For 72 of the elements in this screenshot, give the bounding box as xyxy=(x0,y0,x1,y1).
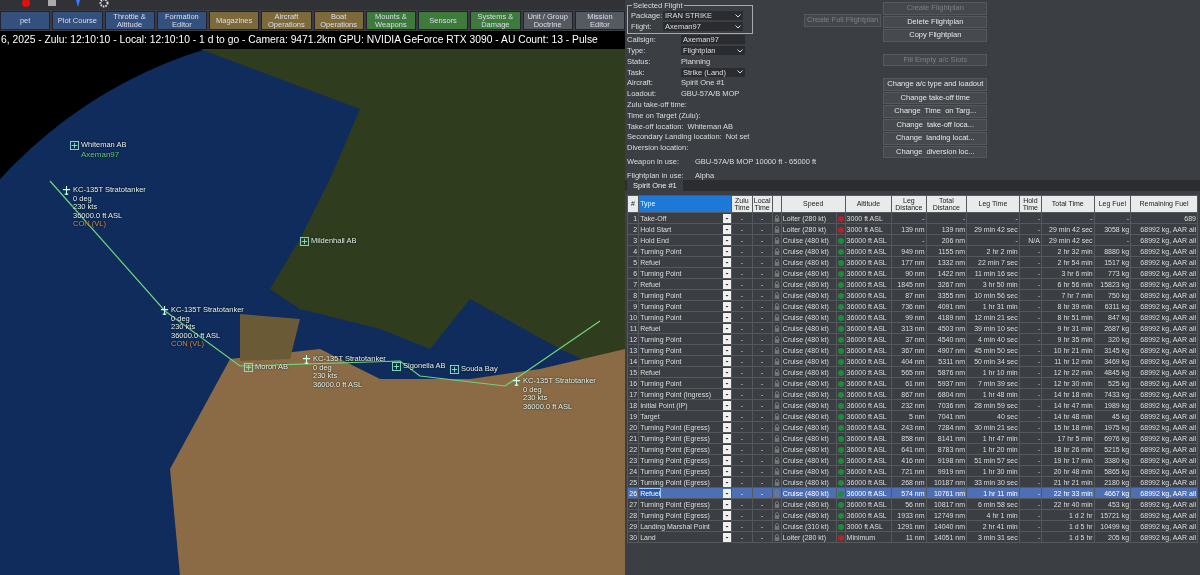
dropdown-arrow-icon[interactable] xyxy=(723,246,731,256)
settings-icon[interactable] xyxy=(98,0,110,10)
flight-label: Axeman97 xyxy=(81,149,121,159)
dropdown-arrow-icon[interactable] xyxy=(723,466,731,476)
aircraft-icon[interactable] xyxy=(160,306,169,315)
lock-icon[interactable] xyxy=(773,479,780,487)
airbase-icon[interactable] xyxy=(392,362,401,371)
dropdown-arrow-icon[interactable] xyxy=(723,213,731,223)
record-icon[interactable] xyxy=(20,0,32,10)
lock-icon[interactable] xyxy=(773,292,780,300)
lock-icon[interactable] xyxy=(773,501,780,509)
lock-icon[interactable] xyxy=(773,325,780,333)
lock-icon[interactable] xyxy=(773,534,780,542)
airbase-icon[interactable] xyxy=(70,141,79,150)
dropdown-arrow-icon[interactable] xyxy=(723,378,731,388)
lock-icon[interactable] xyxy=(773,358,780,366)
lock-icon[interactable] xyxy=(773,468,780,476)
lock-icon[interactable] xyxy=(773,226,780,234)
airbase-icon[interactable] xyxy=(300,237,309,246)
lock-icon[interactable] xyxy=(773,457,780,465)
dropdown-arrow-icon[interactable] xyxy=(723,455,731,465)
dropdown-arrow-icon[interactable] xyxy=(723,279,731,289)
dropdown-arrow-icon[interactable] xyxy=(723,532,731,542)
dropdown-arrow-icon[interactable] xyxy=(723,400,731,410)
lock-icon[interactable] xyxy=(773,270,780,278)
lock-icon[interactable] xyxy=(773,446,780,454)
dropdown-arrow-icon[interactable] xyxy=(723,389,731,399)
lock-icon[interactable] xyxy=(773,523,780,531)
lock-icon[interactable] xyxy=(773,281,780,289)
lock-icon[interactable] xyxy=(773,369,780,377)
lock-icon[interactable] xyxy=(773,303,780,311)
dropdown-arrow-icon[interactable] xyxy=(723,356,731,366)
dropdown-arrow-icon[interactable] xyxy=(723,411,731,421)
lock-icon[interactable] xyxy=(773,336,780,344)
status-line: 6, 2025 - Zulu: 12:10:10 - Local: 12:10:10 - 1 d to go - Camera: 9471.2km GPU: NVIDIA GeForce RTX 3090 - AU Count: 13 - Pulse xyxy=(0,33,599,47)
lock-icon[interactable] xyxy=(773,248,780,256)
dropdown-arrow-icon[interactable] xyxy=(723,268,731,278)
lock-icon[interactable] xyxy=(773,512,780,520)
lock-icon[interactable] xyxy=(773,402,780,410)
dropdown-arrow-icon[interactable] xyxy=(723,367,731,377)
lock-icon[interactable] xyxy=(773,391,780,399)
dropdown-arrow-icon[interactable] xyxy=(723,422,731,432)
aircraft-icon[interactable] xyxy=(62,186,71,195)
dropdown-arrow-icon[interactable] xyxy=(723,499,731,509)
column-header[interactable] xyxy=(772,195,782,213)
chevron-icon xyxy=(737,48,743,53)
dropdown-arrow-icon[interactable] xyxy=(723,235,731,245)
lock-icon[interactable] xyxy=(773,314,780,322)
dropdown-arrow-icon[interactable] xyxy=(723,521,731,531)
lock-icon[interactable] xyxy=(773,259,780,267)
dropdown-arrow-icon[interactable] xyxy=(723,345,731,355)
lock-icon[interactable] xyxy=(773,413,780,421)
dropdown-arrow-icon[interactable] xyxy=(723,477,731,487)
dropdown-arrow-icon[interactable] xyxy=(723,334,731,344)
dropdown-arrow-icon[interactable] xyxy=(723,488,731,498)
lock-icon[interactable] xyxy=(773,215,780,223)
lock-icon[interactable] xyxy=(773,435,780,443)
dropdown-arrow-icon[interactable] xyxy=(723,323,731,333)
lock-icon[interactable] xyxy=(773,424,780,432)
chevron-icon xyxy=(737,70,743,75)
dropdown-arrow-icon[interactable] xyxy=(723,224,731,234)
airbase-icon[interactable] xyxy=(450,365,459,374)
dropdown-arrow-icon[interactable] xyxy=(723,257,731,267)
lock-icon[interactable] xyxy=(773,347,780,355)
lock-icon[interactable] xyxy=(773,237,780,245)
lock-icon[interactable] xyxy=(773,380,780,388)
dropdown-arrow-icon[interactable] xyxy=(723,301,731,311)
dropdown-arrow-icon[interactable] xyxy=(723,312,731,322)
dropdown-arrow-icon[interactable] xyxy=(723,444,731,454)
dropdown-arrow-icon[interactable] xyxy=(723,510,731,520)
dropdown-arrow-icon[interactable] xyxy=(723,433,731,443)
dropdown-arrow-icon[interactable] xyxy=(723,290,731,300)
